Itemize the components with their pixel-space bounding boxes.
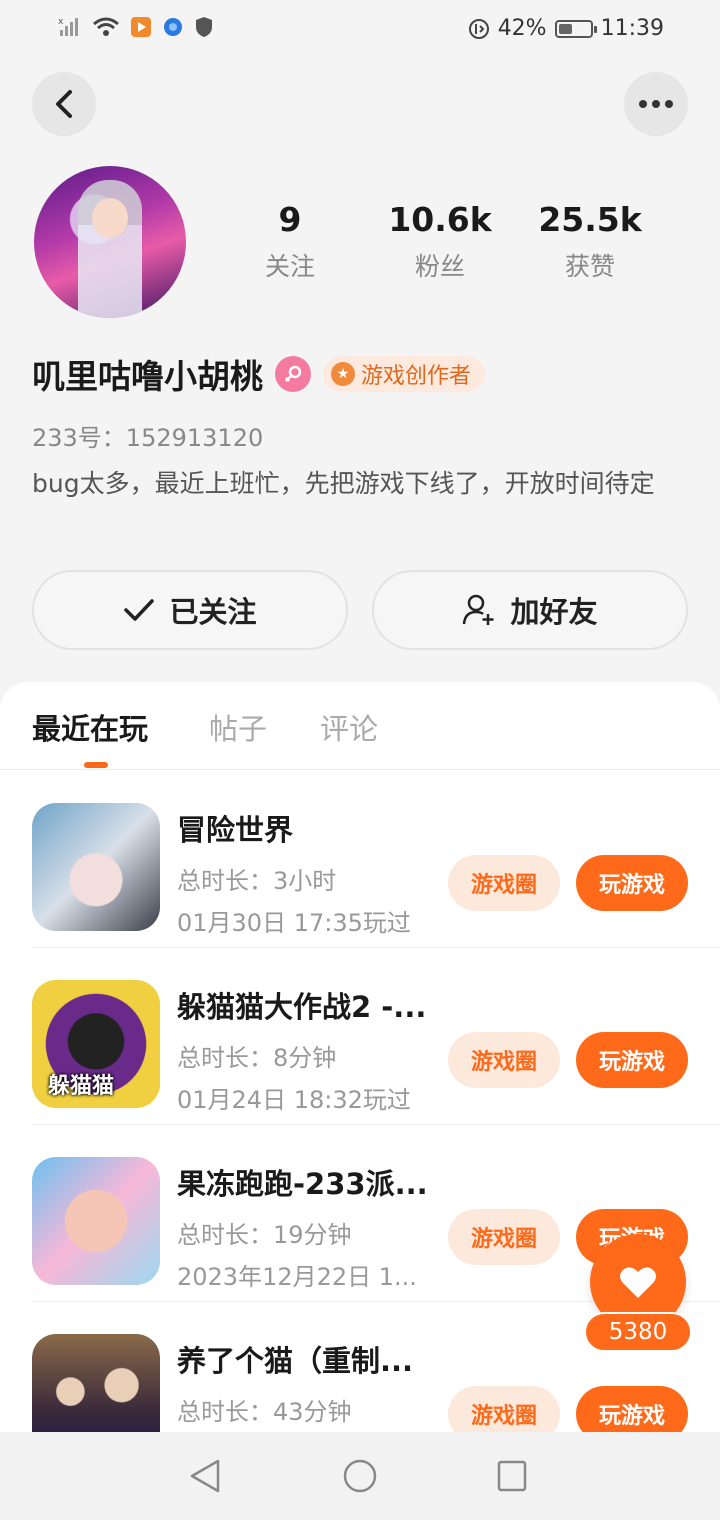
clock: 11:39 [600, 16, 664, 41]
followed-button[interactable]: 已关注 [32, 570, 348, 650]
nav-back-icon[interactable] [188, 1458, 222, 1494]
game-name: 冒险世界 [177, 813, 294, 847]
tab-indicator [84, 762, 108, 768]
game-circle-button[interactable]: 游戏圈 [448, 855, 560, 911]
play-game-button[interactable]: 玩游戏 [576, 1032, 688, 1088]
tab-posts[interactable]: 帖子 [209, 706, 267, 748]
nav-home-icon[interactable] [342, 1458, 378, 1494]
status-icons-left: x [58, 16, 214, 38]
status-bar: x 42% 11:39 [0, 0, 720, 62]
check-icon [124, 599, 155, 621]
game-circle-button[interactable]: 游戏圈 [448, 1209, 560, 1265]
game-last-played: 01月24日 18:32玩过 [177, 1086, 411, 1114]
creator-star-icon: ★ [331, 362, 355, 386]
stat-value: 25.5k [538, 200, 642, 239]
add-friend-button[interactable]: 加好友 [372, 570, 688, 650]
game-last-played: 01月30日 17:35玩过 [177, 909, 411, 937]
tab-bar: 最近在玩 帖子 评论 [0, 682, 720, 770]
status-icons-right: 42% 11:39 [468, 16, 664, 41]
signal-icon: x [58, 17, 78, 36]
avatar[interactable] [34, 166, 186, 318]
more-dots-icon [639, 100, 673, 108]
game-name: 躲猫猫大作战2 -... [177, 990, 427, 1024]
game-row[interactable]: 躲猫猫 躲猫猫大作战2 -... 总时长：8分钟 01月24日 18:32玩过 … [32, 948, 720, 1125]
shield-icon [196, 17, 212, 37]
creator-badge[interactable]: ★ 游戏创作者 [323, 356, 486, 392]
wifi-icon [93, 17, 119, 36]
user-bio: bug太多，最近上班忙，先把游戏下线了，开放时间待定 [32, 469, 655, 498]
stat-likes[interactable]: 25.5k 获赞 [515, 200, 665, 283]
female-gender-icon [275, 356, 311, 392]
game-last-played: 2023年12月22日 1... [177, 1263, 417, 1291]
back-button[interactable] [32, 72, 96, 136]
tab-recently-played[interactable]: 最近在玩 [32, 706, 148, 748]
stat-following[interactable]: 9 关注 [215, 200, 365, 283]
stat-label: 获赞 [564, 252, 615, 281]
stat-label: 粉丝 [414, 252, 465, 281]
browser-notification-icon [164, 18, 182, 36]
nickname: 叽里咕噜小胡桃 [32, 357, 263, 396]
user-id: 233号：152913120 [32, 424, 264, 452]
profile-stats: 9 关注 10.6k 粉丝 25.5k 获赞 [215, 200, 665, 283]
heart-icon [620, 1267, 656, 1298]
stat-value: 9 [278, 200, 302, 239]
play-game-button[interactable]: 玩游戏 [576, 855, 688, 911]
game-icon[interactable] [32, 1157, 160, 1285]
battery-icon [554, 19, 597, 38]
stat-label: 关注 [264, 252, 315, 281]
add-user-icon [463, 594, 494, 625]
battery-percent: 42% [497, 16, 547, 41]
game-duration: 总时长：43分钟 [177, 1398, 352, 1426]
add-friend-label: 加好友 [510, 595, 598, 629]
system-nav-bar [0, 1432, 720, 1520]
game-row[interactable]: 冒险世界 总时长：3小时 01月30日 17:35玩过 游戏圈 玩游戏 [32, 771, 720, 948]
nav-recents-icon[interactable] [496, 1458, 528, 1494]
stat-fans[interactable]: 10.6k 粉丝 [365, 200, 515, 283]
app-notification-icon [131, 17, 151, 37]
game-duration: 总时长：19分钟 [177, 1221, 352, 1249]
game-duration: 总时长：3小时 [177, 867, 337, 895]
svg-text:x: x [58, 17, 64, 27]
stat-value: 10.6k [388, 200, 492, 239]
game-name: 果冻跑跑-233派... [177, 1167, 428, 1201]
game-icon[interactable] [32, 803, 160, 931]
chevron-left-icon [56, 90, 72, 118]
game-icon[interactable]: 躲猫猫 [32, 980, 160, 1108]
data-saver-icon [468, 18, 489, 39]
game-icon-label: 躲猫猫 [48, 1074, 115, 1099]
game-icon[interactable] [32, 1334, 160, 1442]
game-circle-button[interactable]: 游戏圈 [448, 1032, 560, 1088]
followed-label: 已关注 [169, 595, 257, 629]
more-button[interactable] [624, 72, 688, 136]
game-duration: 总时长：8分钟 [177, 1044, 337, 1072]
battery-level [558, 23, 572, 34]
nickname-row: 叽里咕噜小胡桃 ★ 游戏创作者 [32, 350, 486, 398]
game-name: 养了个猫（重制... [177, 1344, 414, 1378]
like-count-badge: 5380 [584, 1312, 692, 1352]
tab-comments[interactable]: 评论 [320, 706, 378, 748]
creator-badge-label: 游戏创作者 [361, 364, 472, 389]
